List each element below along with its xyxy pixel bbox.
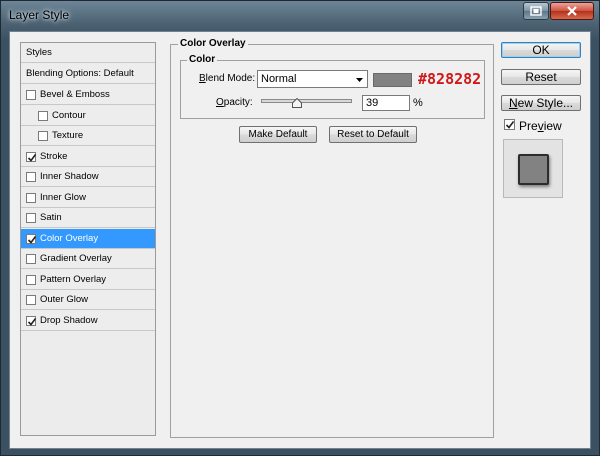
color-overlay-panel: Color Overlay Color Blend Mode: Normal #… <box>170 38 494 438</box>
opacity-value: 39 <box>366 97 379 109</box>
close-button[interactable] <box>550 2 594 20</box>
sidebar-item-label: Outer Glow <box>40 294 89 305</box>
color-group-title: Color <box>187 54 218 65</box>
opacity-slider[interactable] <box>261 98 352 108</box>
title-bar[interactable]: Layer Style <box>1 1 599 31</box>
sidebar-item-color-overlay[interactable]: Color Overlay <box>21 228 155 249</box>
sidebar-item-label: Inner Shadow <box>40 171 99 182</box>
sidebar-item-label: Satin <box>40 212 62 223</box>
checkmark-icon <box>27 317 37 326</box>
color-overlay-checkbox[interactable] <box>26 233 37 244</box>
window-title: Layer Style <box>9 8 70 22</box>
sidebar-item-contour[interactable]: Contour <box>21 105 155 126</box>
ok-button[interactable]: OK <box>501 42 581 58</box>
blending-options-label: Blending Options: Default <box>26 68 134 79</box>
opacity-label: Opacity: <box>216 97 253 108</box>
sidebar-item-pattern-overlay[interactable]: Pattern Overlay <box>21 269 155 290</box>
preview-swatch <box>518 154 549 185</box>
blend-mode-select[interactable]: Normal <box>257 70 368 88</box>
styles-header[interactable]: Styles <box>21 43 155 63</box>
layer-style-window: Layer Style Styles Blending Options: Def… <box>0 0 600 456</box>
blending-options-item[interactable]: Blending Options: Default <box>21 64 155 84</box>
make-default-button[interactable]: Make Default <box>239 126 317 143</box>
texture-checkbox[interactable] <box>38 131 48 141</box>
dialog-client-area: Styles Blending Options: Default Bevel &… <box>9 31 591 449</box>
sidebar-item-label: Stroke <box>40 150 68 162</box>
sidebar-item-texture[interactable]: Texture <box>21 126 155 146</box>
sidebar-item-label: Bevel & Emboss <box>40 89 110 100</box>
color-group: Color Blend Mode: Normal #828282 Opacity… <box>180 54 485 119</box>
sidebar-item-outer-glow[interactable]: Outer Glow <box>21 290 155 310</box>
sidebar-item-stroke[interactable]: Stroke <box>21 146 155 167</box>
help-button[interactable] <box>523 2 549 20</box>
sidebar-item-label: Inner Glow <box>40 191 86 203</box>
chevron-down-icon <box>356 78 363 82</box>
preview-label: Preview <box>519 119 562 133</box>
checkmark-icon <box>27 235 37 244</box>
sidebar-item-inner-shadow[interactable]: Inner Shadow <box>21 167 155 187</box>
sidebar-item-satin[interactable]: Satin <box>21 208 155 228</box>
inner-glow-checkbox[interactable] <box>26 192 36 203</box>
panel-title: Color Overlay <box>178 38 248 49</box>
blend-mode-label: Blend Mode: <box>199 73 256 84</box>
reset-button[interactable]: Reset <box>501 69 581 85</box>
sidebar-item-label: Drop Shadow <box>40 314 98 326</box>
sidebar-item-label: Pattern Overlay <box>40 273 106 285</box>
preview-checkbox[interactable] <box>504 119 515 130</box>
pattern-overlay-checkbox[interactable] <box>26 274 36 285</box>
checkmark-icon <box>27 153 37 162</box>
inner-shadow-checkbox[interactable] <box>26 172 36 182</box>
sidebar-item-label: Gradient Overlay <box>40 253 112 264</box>
color-hex-annotation: #828282 <box>418 70 482 88</box>
styles-list: Styles Blending Options: Default Bevel &… <box>20 42 156 436</box>
sidebar-item-drop-shadow[interactable]: Drop Shadow <box>21 310 155 331</box>
checkmark-icon <box>505 121 515 129</box>
sidebar-item-gradient-overlay[interactable]: Gradient Overlay <box>21 249 155 269</box>
outer-glow-checkbox[interactable] <box>26 295 36 305</box>
opacity-input[interactable]: 39 <box>362 95 410 111</box>
sidebar-item-label: Contour <box>52 109 86 121</box>
reset-to-default-button[interactable]: Reset to Default <box>329 126 417 143</box>
overlay-color-swatch[interactable] <box>373 73 412 87</box>
styles-header-label: Styles <box>26 47 52 58</box>
gradient-overlay-checkbox[interactable] <box>26 254 36 264</box>
sidebar-item-label: Texture <box>52 130 84 141</box>
style-preview <box>503 139 563 198</box>
contour-checkbox[interactable] <box>38 110 48 121</box>
close-icon <box>567 6 577 16</box>
stroke-checkbox[interactable] <box>26 151 37 162</box>
blend-mode-value: Normal <box>261 73 297 85</box>
bevel-emboss-checkbox[interactable] <box>26 90 36 100</box>
drop-shadow-checkbox[interactable] <box>26 315 37 326</box>
sidebar-item-bevel-emboss[interactable]: Bevel & Emboss <box>21 85 155 105</box>
sidebar-item-label: Color Overlay <box>40 232 99 244</box>
sidebar-item-inner-glow[interactable]: Inner Glow <box>21 187 155 208</box>
opacity-unit: % <box>413 97 423 109</box>
new-style-button[interactable]: New Style... <box>501 95 581 111</box>
help-icon <box>530 6 542 16</box>
slider-thumb-icon[interactable] <box>291 98 302 108</box>
satin-checkbox[interactable] <box>26 213 36 223</box>
